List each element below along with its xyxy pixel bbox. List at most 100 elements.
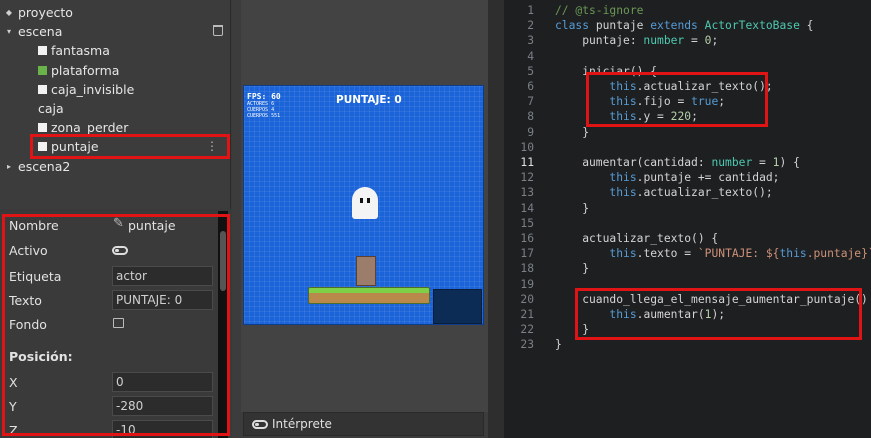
actor-icon	[38, 46, 47, 55]
toggle-icon	[252, 419, 268, 429]
more-options-icon[interactable]: ⋮	[206, 139, 218, 153]
ghost-sprite[interactable]	[352, 187, 378, 219]
code-text: aumentar(cantidad: number = 1) {	[555, 155, 800, 170]
code-line[interactable]: 3 puntaje: number = 0;	[504, 33, 871, 48]
tree-item-scene[interactable]: ▾ escena	[0, 22, 231, 41]
tree-item-scene2[interactable]: ▸ escena2	[0, 157, 231, 176]
line-number: 9	[527, 125, 534, 139]
tree-item-caja[interactable]: caja	[0, 99, 231, 299]
code-token: 220	[670, 110, 692, 124]
x-label: X	[9, 375, 18, 390]
game-stage[interactable]: FPS: 60 ACTORES 6 CUERPOS 4 CUERPOS 551 …	[243, 85, 484, 325]
code-line[interactable]: 5 iniciar() {	[504, 64, 871, 79]
code-line[interactable]: 17 this.texto = `PUNTAJE: ${this.puntaje…	[504, 246, 871, 261]
code-text: iniciar() {	[555, 64, 657, 79]
panel-divider[interactable]	[488, 0, 504, 438]
code-token: extends	[650, 19, 705, 33]
tree-item-zona-perder[interactable]: zona_perder	[0, 118, 231, 137]
code-line[interactable]: 10	[504, 140, 871, 155]
image-icon[interactable]	[113, 318, 124, 328]
code-line[interactable]: 23}	[504, 337, 871, 352]
code-token: }	[555, 201, 590, 215]
platform-sprite[interactable]	[308, 287, 430, 304]
code-line[interactable]: 6 this.actualizar_texto();	[504, 79, 871, 94]
line-number: 10	[520, 140, 534, 154]
tree-item-plataforma[interactable]: plataforma	[0, 61, 231, 80]
code-token: this	[609, 171, 637, 185]
tag-input[interactable]	[112, 266, 213, 286]
text-input[interactable]	[112, 290, 213, 310]
diamond-icon: ◆	[5, 8, 13, 17]
line-number: 21	[520, 308, 534, 321]
code-text: class puntaje extends ActorTextoBase {	[555, 18, 813, 33]
scrollbar-thumb[interactable]	[220, 231, 226, 291]
chevron-down-icon[interactable]: ▾	[4, 27, 14, 36]
line-number: 6	[527, 80, 534, 93]
code-line[interactable]: 8 this.y = 220;	[504, 109, 871, 124]
y-input[interactable]	[112, 396, 213, 416]
code-line[interactable]: 14 }	[504, 201, 871, 216]
code-line[interactable]: 1 // @ts-ignore	[504, 3, 871, 18]
code-text: this.aumentar(1);	[555, 307, 725, 322]
chevron-right-icon[interactable]: ▸	[4, 162, 14, 171]
code-text: }	[555, 322, 589, 337]
actor-icon	[38, 142, 47, 151]
crate-sprite[interactable]	[356, 256, 376, 286]
code-token: actualizar_texto() {	[555, 232, 719, 245]
code-line[interactable]: 19	[504, 277, 871, 292]
code-line[interactable]: 21 this.aumentar(1);	[504, 307, 871, 322]
code-line[interactable]: 20 cuando_llega_el_mensaje_aumentar_punt…	[504, 292, 871, 307]
code-text: this.y = 220;	[555, 109, 698, 124]
tag-label: Etiqueta	[9, 269, 62, 284]
tree-item-puntaje[interactable]: puntaje	[0, 137, 231, 156]
tree-item-project[interactable]: ◆ proyecto	[0, 3, 231, 22]
actor-icon	[38, 123, 47, 132]
actor-icon	[38, 66, 47, 75]
x-input[interactable]	[112, 372, 213, 392]
line-number: 22	[520, 323, 534, 337]
code-line[interactable]: 13 this.actualizar_texto();	[504, 185, 871, 200]
tree-item-label: escena2	[18, 159, 71, 174]
interpreter-bar[interactable]: Intérprete	[243, 412, 484, 436]
code-line[interactable]: 9 }	[504, 125, 871, 140]
code-token: ;	[691, 110, 698, 124]
code-token: .fijo =	[636, 95, 692, 109]
code-line[interactable]: 16 actualizar_texto() {	[504, 231, 871, 246]
code-token: }	[555, 262, 590, 276]
code-token: aumentar(cantidad:	[555, 156, 712, 169]
debug-stats: ACTORES 6 CUERPOS 4 CUERPOS 551	[247, 101, 280, 119]
code-text: // @ts-ignore	[555, 3, 643, 18]
tree-item-fantasma[interactable]: fantasma	[0, 41, 231, 60]
tree-item-label: zona_perder	[51, 120, 129, 135]
code-line[interactable]: 7 this.fijo = true;	[504, 94, 871, 109]
tree-item-label: caja	[38, 101, 64, 116]
position-heading: Posición:	[9, 349, 73, 364]
code-editor[interactable]: 1 // @ts-ignore 2 class puntaje extends Act…	[504, 0, 871, 438]
code-line[interactable]: 15	[504, 216, 871, 231]
line-number: 1	[527, 4, 534, 17]
active-toggle[interactable]	[112, 246, 128, 255]
code-token: this	[609, 80, 637, 93]
code-text: this.actualizar_texto();	[555, 79, 772, 94]
code-line[interactable]: 2 class puntaje extends ActorTextoBase {	[504, 18, 871, 33]
code-line[interactable]: 4	[504, 49, 871, 64]
z-input[interactable]	[112, 420, 213, 438]
code-token: }	[555, 323, 590, 337]
code-token: );	[711, 308, 726, 321]
code-token: puntaje:	[555, 34, 644, 48]
code-line[interactable]: 18 }	[504, 261, 871, 276]
name-value[interactable]: puntaje	[128, 218, 176, 233]
code-line[interactable]: 11 aumentar(cantidad: number = 1) {	[504, 155, 871, 170]
tree-item-caja-invisible[interactable]: caja_invisible	[0, 80, 231, 99]
pencil-icon[interactable]: ✎	[113, 216, 124, 231]
code-line[interactable]: 12 this.puntaje += cantidad;	[504, 170, 871, 185]
trash-icon[interactable]	[213, 25, 223, 36]
code-line[interactable]: 22 }	[504, 322, 871, 337]
line-number: 7	[527, 95, 534, 109]
code-token: }	[555, 338, 562, 352]
code-token: }	[555, 125, 590, 139]
code-text: }	[555, 261, 589, 276]
